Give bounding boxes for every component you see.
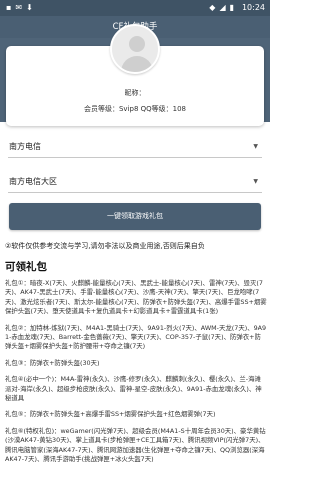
avatar-head-shape (129, 36, 145, 52)
avatar-body-shape (121, 56, 153, 72)
status-bar: ▪ ✉ ⬇ ◆ ◢ ▮ 10:24 (0, 0, 270, 16)
gift-pack-item: 礼包①：暗夜-X(7天)、火麒麟-能量核心(7天)、黑武士-能量核心(7天)、雷… (5, 279, 267, 316)
profile-card: 昵称： 会员等级：Svip8 QQ等级：108 (6, 24, 264, 126)
server-select[interactable]: 南方电信大区 ▼ (8, 171, 262, 193)
status-right-icons: ◆ ◢ ▮ (209, 3, 234, 12)
avatar[interactable] (110, 24, 160, 74)
gift-pack-item: 礼包⑤：防弹衣+防弹头盔+高爆手雷SS+烟雾保护头盔+红色烟雾弹(7天) (5, 410, 216, 419)
download-icon: ⬇ (26, 3, 33, 12)
gift-pack-item: 礼包②：加特林-炼狱(7天)、M4A1-黑骑士(7天)、9A91-烈火(7天)、… (5, 323, 267, 351)
gift-pack-list: 礼包①：暗夜-X(7天)、火麒麟-能量核心(7天)、黑武士-能量核心(7天)、雷… (5, 279, 267, 472)
status-left-icons: ▪ ✉ ⬇ (6, 3, 33, 12)
region-select[interactable]: 南方电信 ▼ (8, 136, 262, 158)
gift-pack-item: 礼包③：防弹衣+防弹头盔(30天) (5, 358, 100, 367)
signal-icon: ◢ (219, 3, 226, 12)
notification-icon: ✉ (15, 3, 23, 12)
region-select-value: 南方电信 (9, 142, 41, 151)
claim-gifts-button[interactable]: 一键领取游戏礼包 (9, 203, 261, 230)
gift-pack-item: 礼包⑥(特权礼包)：weGamer(闪光弹7天)、超级会员(M4A1-S十周年会… (5, 426, 266, 464)
dropdown-caret-icon: ▼ (253, 143, 258, 150)
disclaimer-text: ②软件仅供参考交流与学习,请勿非法以及商业用途,否则后果自负 (5, 242, 205, 250)
member-level-text: 会员等级：Svip8 QQ等级：108 (83, 105, 187, 113)
dropdown-caret-icon: ▼ (253, 178, 258, 185)
gift-pack-item: 礼包④(必中一个)：M4A-雷神(永久)、沙鹰-修罗(永久)、麒麟刺(永久)、樱… (5, 375, 262, 403)
battery-icon: ▮ (229, 3, 234, 12)
status-time: 10:24 (241, 3, 265, 12)
nickname-label: 昵称： (124, 89, 146, 97)
sim-icon: ▪ (6, 3, 12, 12)
section-title: 可领礼包 (5, 261, 47, 273)
wifi-icon: ◆ (209, 3, 216, 12)
server-select-value: 南方电信大区 (9, 177, 57, 186)
